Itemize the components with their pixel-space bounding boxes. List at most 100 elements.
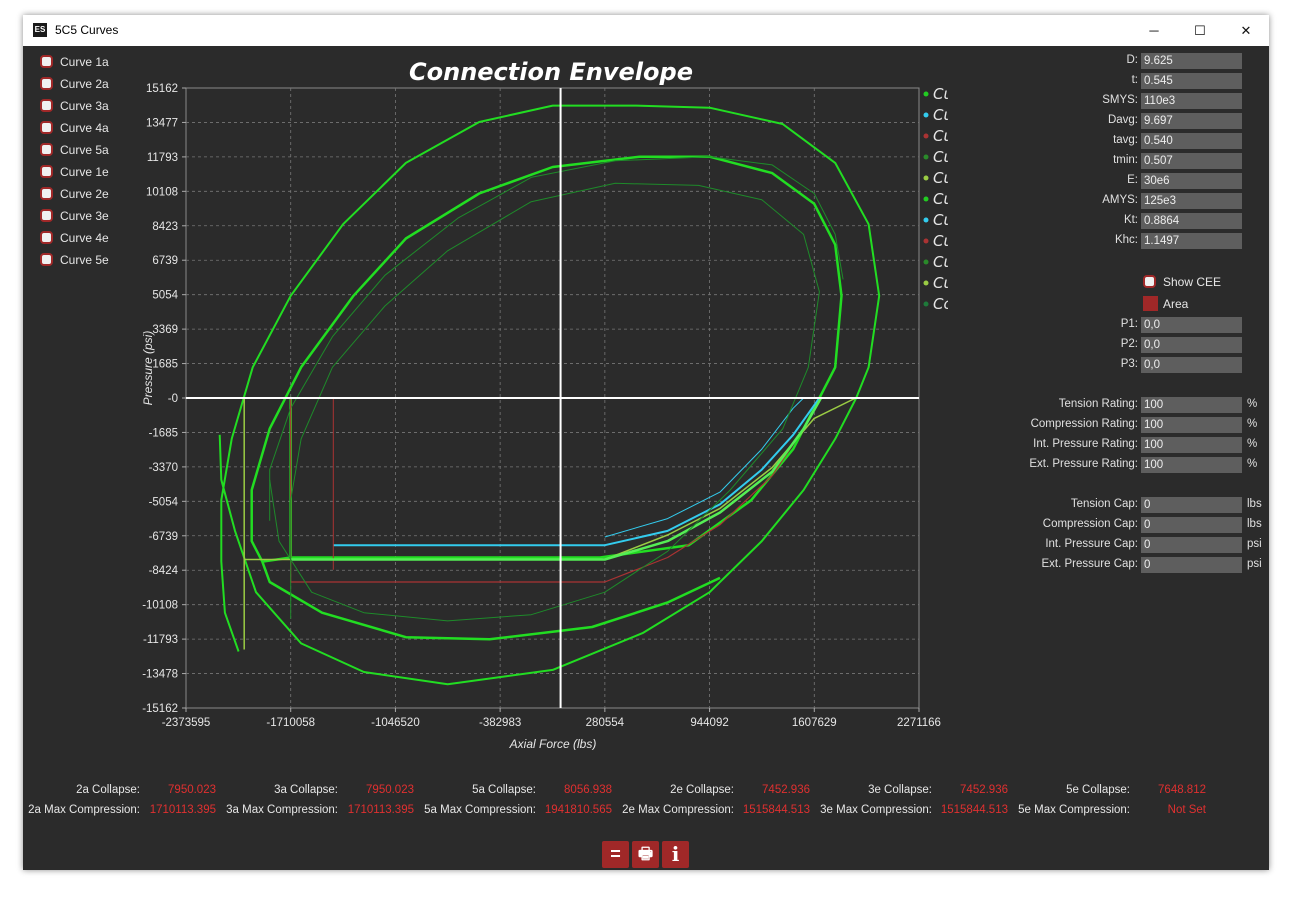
param-label-text: D: — [1126, 54, 1139, 66]
area-color-swatch[interactable] — [1143, 296, 1158, 311]
stat-value: 7452.936 — [762, 784, 810, 796]
param-input[interactable]: 30e6 — [1141, 173, 1242, 189]
param-input[interactable]: 9.697 — [1141, 113, 1242, 129]
equals-button[interactable]: = — [602, 841, 629, 868]
stat-value: 8056.938 — [564, 784, 612, 796]
param-unit: % — [1247, 418, 1258, 430]
y-tick-label: -15162 — [142, 703, 178, 715]
stat-label: 3e Max Compression: — [820, 804, 932, 816]
app-icon: ES — [33, 23, 47, 37]
param-input[interactable]: 0,0 — [1141, 357, 1242, 373]
param-input[interactable]: 125e3 — [1141, 193, 1242, 209]
param-input[interactable]: 100 — [1141, 397, 1242, 413]
curve-checkbox-label: Curve 5e — [60, 253, 109, 267]
param-input[interactable]: 9.625 — [1141, 53, 1242, 69]
y-tick-label: 6739 — [152, 255, 178, 267]
param-label: P3: — [23, 357, 1138, 373]
param-input[interactable]: 100 — [1141, 457, 1242, 473]
x-tick-label: 1607629 — [792, 717, 837, 729]
param-label: Tension Cap: — [23, 497, 1138, 513]
param-label: P1: — [23, 317, 1138, 333]
param-label-text: Compression Cap: — [1042, 518, 1138, 530]
param-label: tavg: — [23, 133, 1138, 149]
legend-entry: Conn. VME — [933, 295, 948, 313]
param-label-text: tavg: — [1113, 134, 1138, 146]
param-label: Int. Pressure Rating: — [23, 437, 1138, 453]
param-input[interactable]: 100 — [1141, 437, 1242, 453]
param-label-text: AMYS: — [1102, 194, 1138, 206]
param-input[interactable]: 0.8864 — [1141, 213, 1242, 229]
param-unit: % — [1247, 458, 1258, 470]
param-unit: psi — [1247, 558, 1262, 570]
app-window: ES 5C5 Curves ─ ☐ ✕ Curve 1a Curve 2a Curv… — [23, 15, 1269, 870]
stat-label: 5e Collapse: — [1066, 784, 1130, 796]
param-label: P2: — [23, 337, 1138, 353]
show-cee-checkbox[interactable] — [1143, 275, 1156, 288]
stat-value: 1515844.513 — [742, 804, 810, 816]
minimize-button[interactable]: ─ — [1131, 15, 1177, 46]
maximize-button[interactable]: ☐ — [1177, 15, 1223, 46]
param-label-text: Ext. Pressure Rating: — [1029, 458, 1138, 470]
param-input[interactable]: 110e3 — [1141, 93, 1242, 109]
param-input[interactable]: 0 — [1141, 557, 1242, 573]
curve-checkbox[interactable] — [40, 253, 53, 266]
x-tick-label: 944092 — [690, 717, 728, 729]
stat-label: 5a Collapse: — [472, 784, 536, 796]
info-button[interactable]: i — [662, 841, 689, 868]
x-tick-label: -382983 — [479, 717, 521, 729]
param-input[interactable]: 0 — [1141, 517, 1242, 533]
stat-label: 2a Max Compression: — [28, 804, 140, 816]
stat-value: 7950.023 — [168, 784, 216, 796]
stat-label: 3a Collapse: — [274, 784, 338, 796]
param-label: t: — [23, 73, 1138, 89]
stat-value: 7950.023 — [366, 784, 414, 796]
param-label: Kt: — [23, 213, 1138, 229]
param-input[interactable]: 0,0 — [1141, 337, 1242, 353]
param-label-text: P3: — [1120, 358, 1138, 370]
param-unit: lbs — [1247, 518, 1262, 530]
param-label-text: tmin: — [1113, 154, 1138, 166]
stat-value: 1710113.395 — [149, 804, 216, 816]
param-input[interactable]: 0 — [1141, 537, 1242, 553]
param-label: Compression Cap: — [23, 517, 1138, 533]
print-button[interactable]: 🖶 — [632, 841, 659, 868]
stat-value: 7452.936 — [960, 784, 1008, 796]
legend-entry: Curve 5e — [933, 274, 948, 292]
stat-label: 2e Max Compression: — [622, 804, 734, 816]
stat-value: 7648.812 — [1158, 784, 1206, 796]
param-unit: % — [1247, 438, 1258, 450]
param-input[interactable]: 1.1497 — [1141, 233, 1242, 249]
area-label: Area — [1163, 297, 1189, 311]
legend-entry: Curve 4e — [933, 253, 948, 271]
param-label: E: — [23, 173, 1138, 189]
param-label: Int. Pressure Cap: — [23, 537, 1138, 553]
param-label-text: P1: — [1120, 318, 1138, 330]
param-label-text: SMYS: — [1102, 94, 1138, 106]
close-button[interactable]: ✕ — [1223, 15, 1269, 46]
y-tick-label: 5054 — [152, 290, 178, 302]
legend-marker — [923, 301, 929, 307]
show-cee-label: Show CEE — [1163, 275, 1222, 289]
param-input[interactable]: 0.507 — [1141, 153, 1242, 169]
param-label: Ext. Pressure Rating: — [23, 457, 1138, 473]
x-axis-label: Axial Force (lbs) — [509, 737, 597, 750]
param-label: SMYS: — [23, 93, 1138, 109]
param-label: Ext. Pressure Cap: — [23, 557, 1138, 573]
legend-marker — [923, 280, 929, 286]
x-tick-label: 280554 — [586, 717, 625, 729]
param-input[interactable]: 0.545 — [1141, 73, 1242, 89]
param-label: D: — [23, 53, 1139, 69]
stat-label: 2e Collapse: — [670, 784, 734, 796]
stat-value: 1710113.395 — [347, 804, 414, 816]
param-label: Tension Rating: — [23, 397, 1138, 413]
param-input[interactable]: 0.540 — [1141, 133, 1242, 149]
param-input[interactable]: 0 — [1141, 497, 1242, 513]
param-label-text: Tension Cap: — [1070, 498, 1138, 510]
x-tick-label: 2271166 — [897, 717, 941, 729]
equals-icon: = — [610, 844, 621, 864]
param-label: AMYS: — [23, 193, 1138, 209]
param-input[interactable]: 0,0 — [1141, 317, 1242, 333]
param-label-text: Kt: — [1123, 214, 1138, 226]
title-bar: ES 5C5 Curves ─ ☐ ✕ — [23, 15, 1269, 46]
param-input[interactable]: 100 — [1141, 417, 1242, 433]
